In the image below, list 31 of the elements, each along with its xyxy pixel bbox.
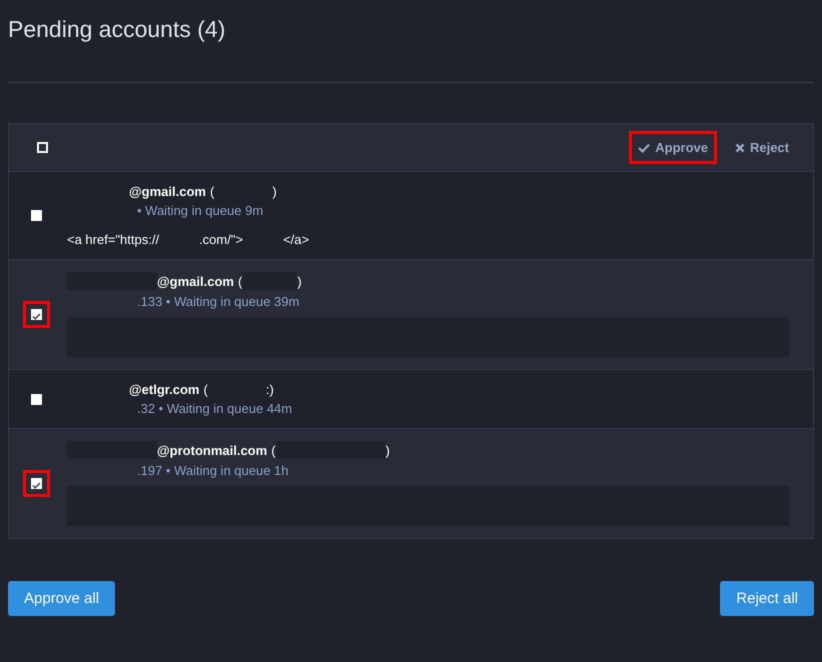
email-domain: @protonmail.com <box>157 442 268 458</box>
message-text: </a> <box>283 232 310 247</box>
queue-status: .133 • Waiting in queue 39m <box>136 294 300 309</box>
paren-text: ( <box>238 274 242 288</box>
checkbox[interactable] <box>30 394 42 404</box>
check-icon <box>638 142 650 152</box>
paren-text: ) <box>297 274 302 288</box>
close-icon <box>734 142 745 152</box>
queue-status: • Waiting in queue 9m <box>136 203 264 218</box>
checkbox[interactable] <box>37 142 48 153</box>
email-domain: @gmail.com <box>129 184 206 199</box>
paren-text: ) <box>386 442 390 458</box>
email-domain: @etlgr.com <box>129 382 200 397</box>
approve-button[interactable]: Approve <box>629 131 717 164</box>
reject-all-button[interactable]: Reject all <box>720 581 814 616</box>
email-domain: @gmail.com <box>157 274 234 288</box>
paren-text: ( <box>271 442 276 458</box>
paren-text: ( <box>210 184 214 199</box>
reject-button[interactable]: Reject <box>726 132 797 163</box>
queue-status: .197 • Waiting in queue 1h <box>136 463 290 478</box>
page-title: Pending accounts (4) <box>8 16 226 44</box>
checkbox[interactable] <box>30 478 42 489</box>
paren-text: :) <box>266 382 274 397</box>
checkbox[interactable] <box>30 309 42 320</box>
paren-text: ( <box>203 382 208 397</box>
approve-all-button[interactable]: Approve all <box>8 581 116 616</box>
paren-text: ) <box>272 184 277 199</box>
checkbox[interactable] <box>30 210 42 221</box>
message-text: .com/"> <box>199 232 244 247</box>
message-text: <a href="https:// <box>67 232 160 247</box>
queue-status: .32 • Waiting in queue 44m <box>136 401 294 416</box>
